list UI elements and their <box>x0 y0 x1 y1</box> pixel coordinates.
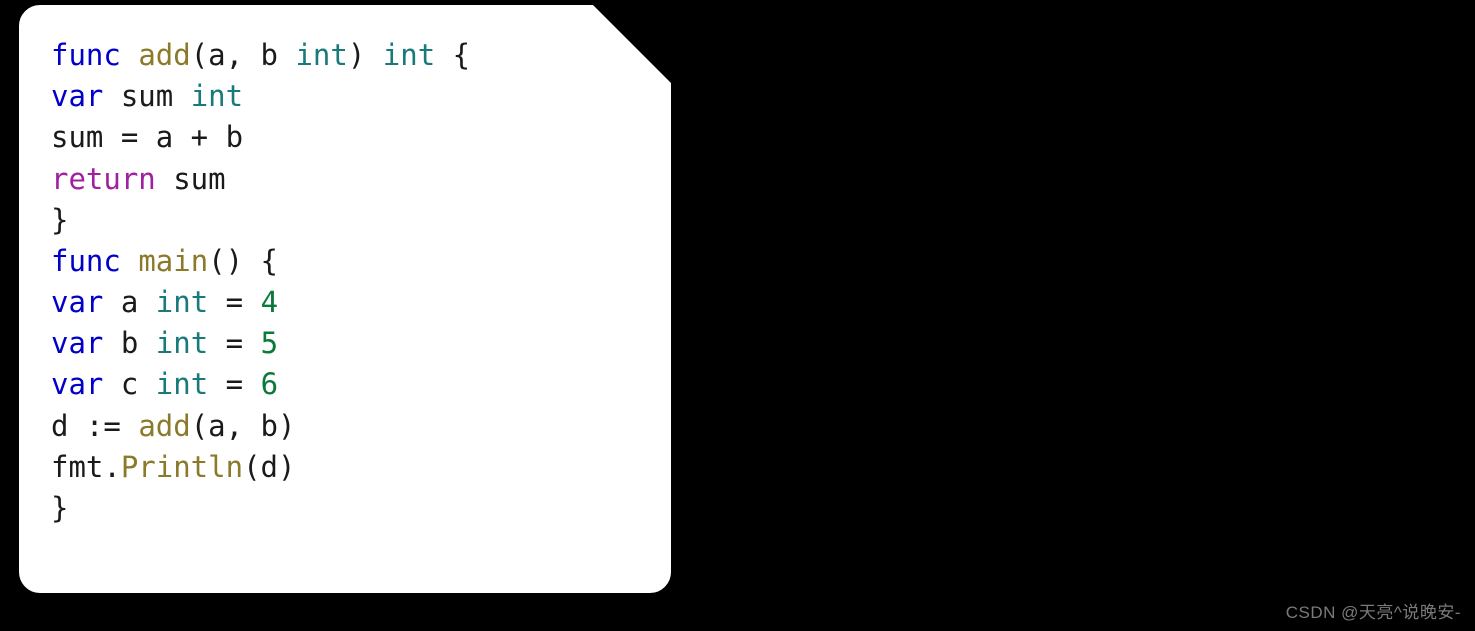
code-line: var b int = 5 <box>51 326 278 360</box>
code-line: var c int = 6 <box>51 367 278 401</box>
function-call: Println <box>121 450 243 484</box>
code-line: var a int = 4 <box>51 285 278 319</box>
type-int: int <box>156 326 208 360</box>
keyword-var: var <box>51 326 103 360</box>
code-line: func add(a, b int) int { <box>51 38 470 72</box>
function-call: add <box>138 409 190 443</box>
number-literal: 4 <box>261 285 278 319</box>
code-line: d := add(a, b) <box>51 409 295 443</box>
function-name: main <box>138 244 208 278</box>
keyword-func: func <box>51 244 121 278</box>
code-line: sum = a + b <box>51 120 243 154</box>
code-line: } <box>51 491 68 525</box>
function-name: add <box>138 38 190 72</box>
code-line: func main() { <box>51 244 278 278</box>
type-int: int <box>156 285 208 319</box>
code-card: func add(a, b int) int { var sum int sum… <box>14 0 676 598</box>
keyword-var: var <box>51 285 103 319</box>
folded-corner <box>587 0 677 89</box>
keyword-var: var <box>51 367 103 401</box>
type-int: int <box>156 367 208 401</box>
code-line: fmt.Println(d) <box>51 450 295 484</box>
watermark-text: CSDN @天亮^说晚安- <box>1286 598 1461 623</box>
number-literal: 5 <box>261 326 278 360</box>
type-int: int <box>383 38 435 72</box>
code-line: var sum int <box>51 79 243 113</box>
type-int: int <box>191 79 243 113</box>
code-line: } <box>51 203 68 237</box>
number-literal: 6 <box>261 367 278 401</box>
keyword-func: func <box>51 38 121 72</box>
keyword-var: var <box>51 79 103 113</box>
keyword-return: return <box>51 162 156 196</box>
code-block: func add(a, b int) int { var sum int sum… <box>51 35 641 529</box>
code-line: return sum <box>51 162 226 196</box>
type-int: int <box>295 38 347 72</box>
